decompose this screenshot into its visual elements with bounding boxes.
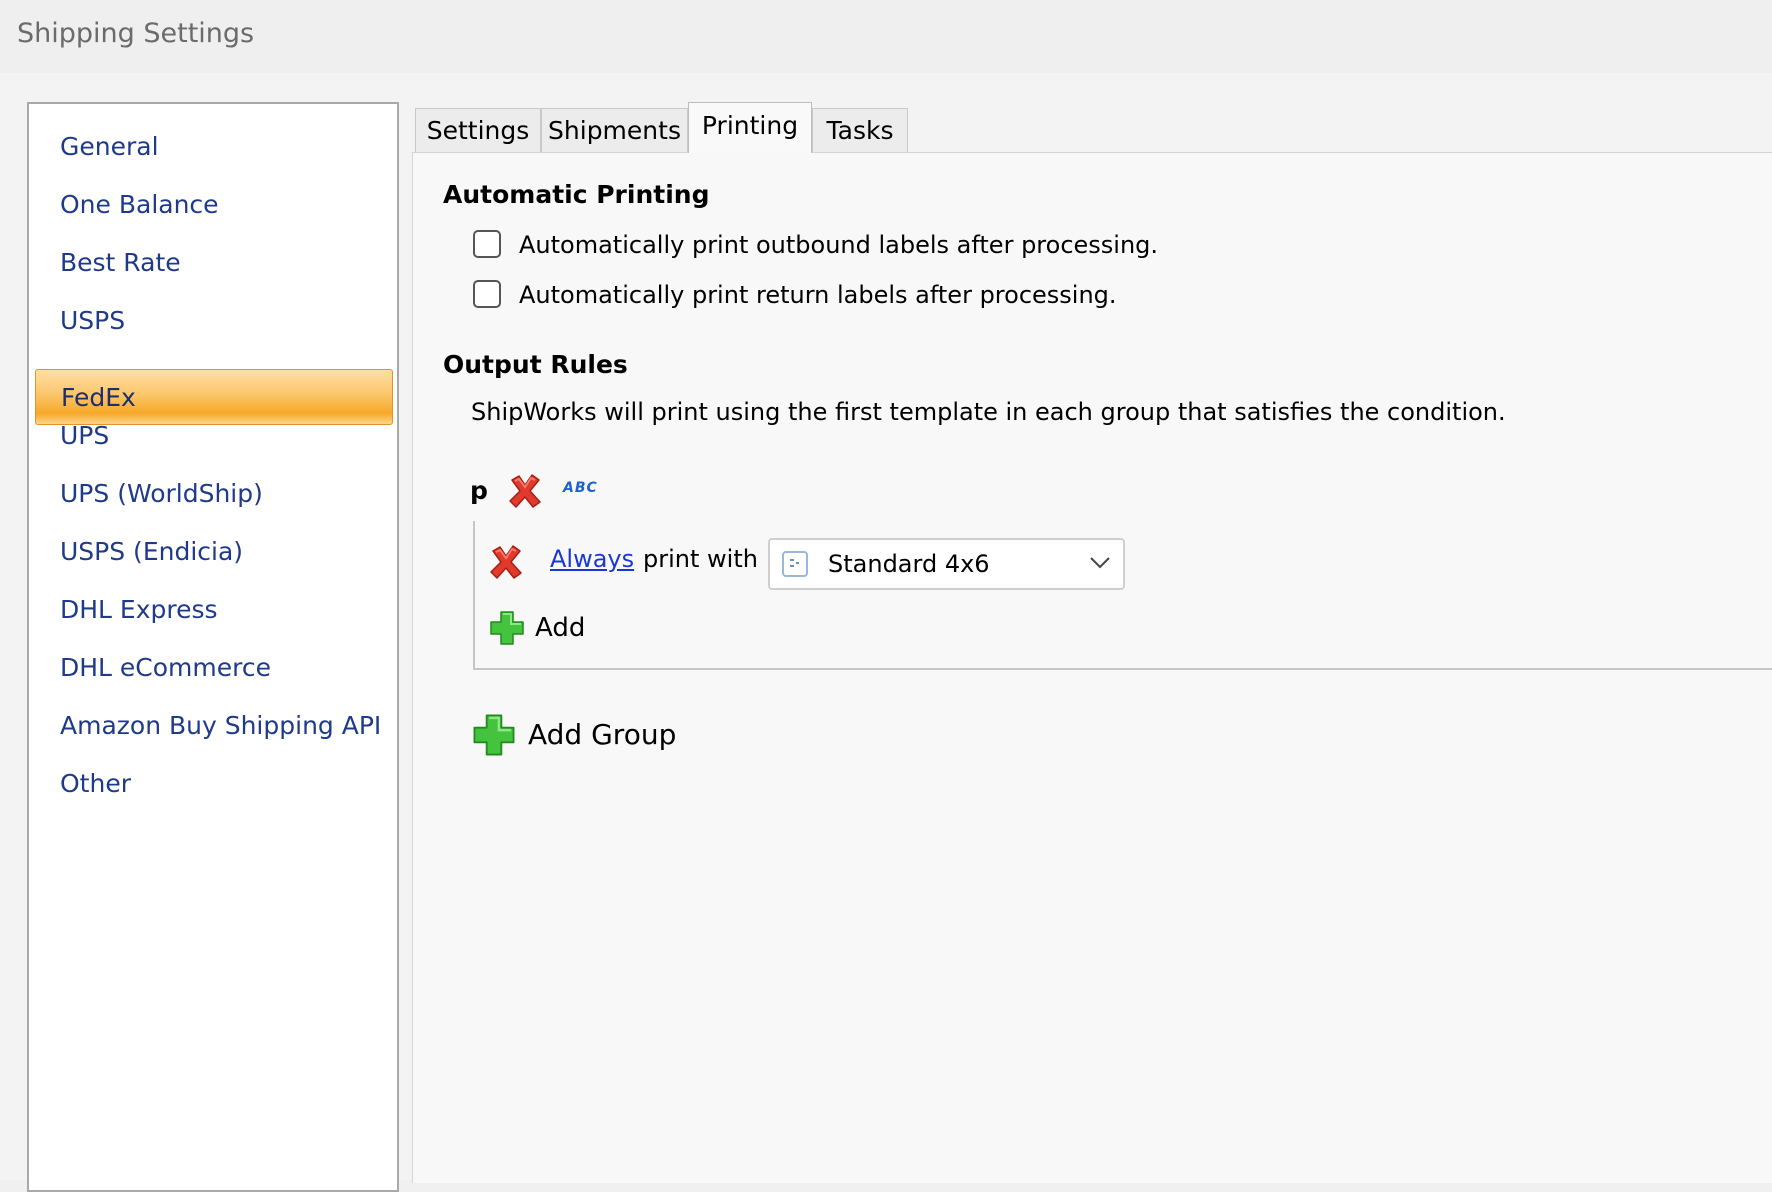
sidebar-item-usps[interactable]: USPS bbox=[35, 293, 393, 349]
delete-group-icon[interactable] bbox=[506, 472, 544, 510]
output-rules-heading: Output Rules bbox=[443, 350, 628, 379]
sidebar-item-amazon-buy-shipping-api[interactable]: Amazon Buy Shipping API bbox=[35, 698, 393, 754]
return-print-checkbox[interactable] bbox=[473, 280, 501, 308]
tab-printing[interactable]: Printing bbox=[688, 102, 812, 153]
sidebar-item-other[interactable]: Other bbox=[35, 756, 393, 812]
group-name[interactable]: p bbox=[470, 476, 488, 505]
template-select[interactable]: Standard 4x6 bbox=[768, 538, 1125, 590]
sidebar-item-ups-worldship[interactable]: UPS (WorldShip) bbox=[35, 466, 393, 522]
rule-print-with-text: print with bbox=[643, 545, 758, 573]
tab-tasks[interactable]: Tasks bbox=[812, 108, 908, 152]
outbound-print-checkbox[interactable] bbox=[473, 230, 501, 258]
return-print-label[interactable]: Automatically print return labels after … bbox=[519, 278, 1117, 312]
tab-shipments[interactable]: Shipments bbox=[541, 108, 688, 152]
green-plus-icon bbox=[473, 714, 515, 756]
sidebar-item-best-rate[interactable]: Best Rate bbox=[35, 235, 393, 291]
outbound-print-label[interactable]: Automatically print outbound labels afte… bbox=[519, 228, 1158, 262]
rename-group-icon[interactable]: ABC bbox=[563, 480, 598, 496]
chevron-down-icon bbox=[1090, 557, 1110, 569]
add-rule-label: Add bbox=[535, 613, 586, 643]
window-title: Shipping Settings bbox=[17, 18, 255, 49]
add-group-button[interactable]: Add Group bbox=[472, 713, 692, 759]
rule-condition-link[interactable]: Always bbox=[550, 545, 634, 573]
sidebar: General One Balance Best Rate USPS FedEx… bbox=[27, 102, 399, 1192]
output-rules-description: ShipWorks will print using the first tem… bbox=[471, 398, 1506, 426]
tab-settings[interactable]: Settings bbox=[415, 108, 541, 152]
green-plus-icon bbox=[490, 611, 524, 645]
automatic-printing-heading: Automatic Printing bbox=[443, 180, 710, 209]
title-bar: Shipping Settings bbox=[0, 0, 1772, 73]
add-group-label: Add Group bbox=[528, 718, 677, 751]
template-select-value: Standard 4x6 bbox=[828, 550, 990, 578]
template-doc-icon bbox=[782, 551, 808, 577]
sidebar-item-dhl-ecommerce[interactable]: DHL eCommerce bbox=[35, 640, 393, 696]
sidebar-item-general[interactable]: General bbox=[35, 119, 393, 175]
sidebar-item-ups[interactable]: UPS bbox=[35, 408, 393, 464]
sidebar-item-one-balance[interactable]: One Balance bbox=[35, 177, 393, 233]
delete-rule-icon[interactable] bbox=[487, 543, 525, 581]
add-rule-button[interactable]: Add bbox=[489, 610, 599, 650]
sidebar-item-dhl-express[interactable]: DHL Express bbox=[35, 582, 393, 638]
sidebar-item-usps-endicia[interactable]: USPS (Endicia) bbox=[35, 524, 393, 580]
